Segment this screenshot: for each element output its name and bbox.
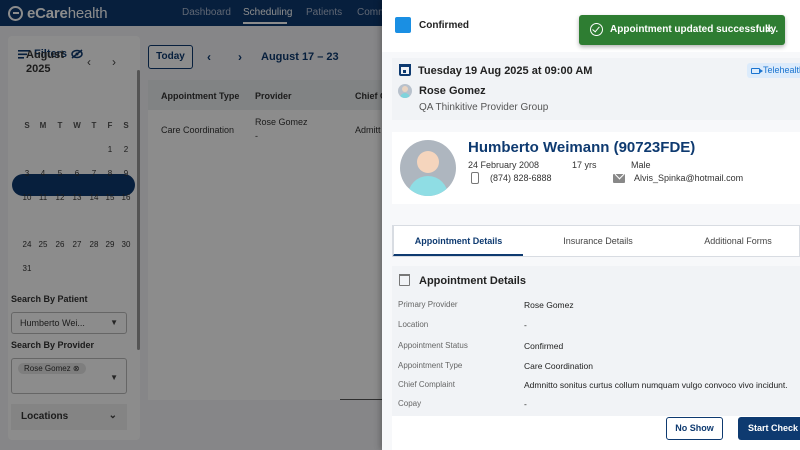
telehealth-chip[interactable]: Telehealth (747, 63, 800, 78)
detail-label: Location (398, 320, 429, 329)
calendar-icon (399, 64, 411, 76)
provider-group: QA Thinkitive Provider Group (419, 102, 549, 113)
patient-gender: Male (631, 160, 651, 170)
toast-message: Appointment updated successfully. (610, 24, 779, 35)
video-camera-icon (751, 67, 763, 74)
detail-label: Appointment Status (398, 341, 468, 350)
detail-label: Primary Provider (398, 300, 458, 309)
tab-additional-forms[interactable]: Additional Forms (673, 226, 800, 256)
tab-insurance-details[interactable]: Insurance Details (533, 226, 663, 256)
patient-phone: (874) 828-6888 (490, 173, 552, 183)
appointment-datetime: Tuesday 19 Aug 2025 at 09:00 AM (418, 65, 593, 77)
provider-avatar (398, 84, 412, 98)
start-check-in-button[interactable]: Start Check In (738, 417, 800, 440)
detail-value: Admnitto sonitus curtus collum numquam v… (524, 380, 788, 390)
provider-name: Rose Gomez (419, 85, 486, 97)
clipboard-icon (399, 274, 410, 286)
check-circle-icon (590, 23, 603, 36)
success-toast: Appointment updated successfully. × (579, 15, 785, 45)
detail-label: Chief Complaint (398, 380, 455, 389)
close-icon[interactable]: × (765, 21, 773, 37)
detail-value: Care Coordination (524, 361, 593, 371)
patient-email: Alvis_Spinka@hotmail.com (634, 173, 744, 183)
detail-label: Appointment Type (398, 361, 463, 370)
appointment-status[interactable]: Confirmed (419, 20, 469, 31)
patient-name-link[interactable]: Humberto Weimann (90723FDE) (468, 139, 695, 156)
patient-avatar (400, 140, 456, 196)
details-title: Appointment Details (419, 275, 526, 287)
tab-appointment-details[interactable]: Appointment Details (393, 226, 523, 256)
detail-value: Confirmed (524, 341, 564, 351)
patient-age: 17 yrs (572, 160, 597, 170)
detail-value: Rose Gomez (524, 300, 574, 310)
no-show-button[interactable]: No Show (666, 417, 723, 440)
mail-icon (613, 174, 625, 183)
drawer-tabs: Appointment Details Insurance Details Ad… (392, 225, 800, 257)
phone-icon (471, 172, 479, 184)
detail-label: Copay (398, 399, 422, 408)
status-color-swatch (395, 17, 411, 33)
detail-value: - (524, 320, 527, 330)
patient-dob: 24 February 2008 (468, 160, 540, 170)
telehealth-label: Telehealth (763, 65, 800, 75)
detail-value: - (524, 399, 527, 409)
